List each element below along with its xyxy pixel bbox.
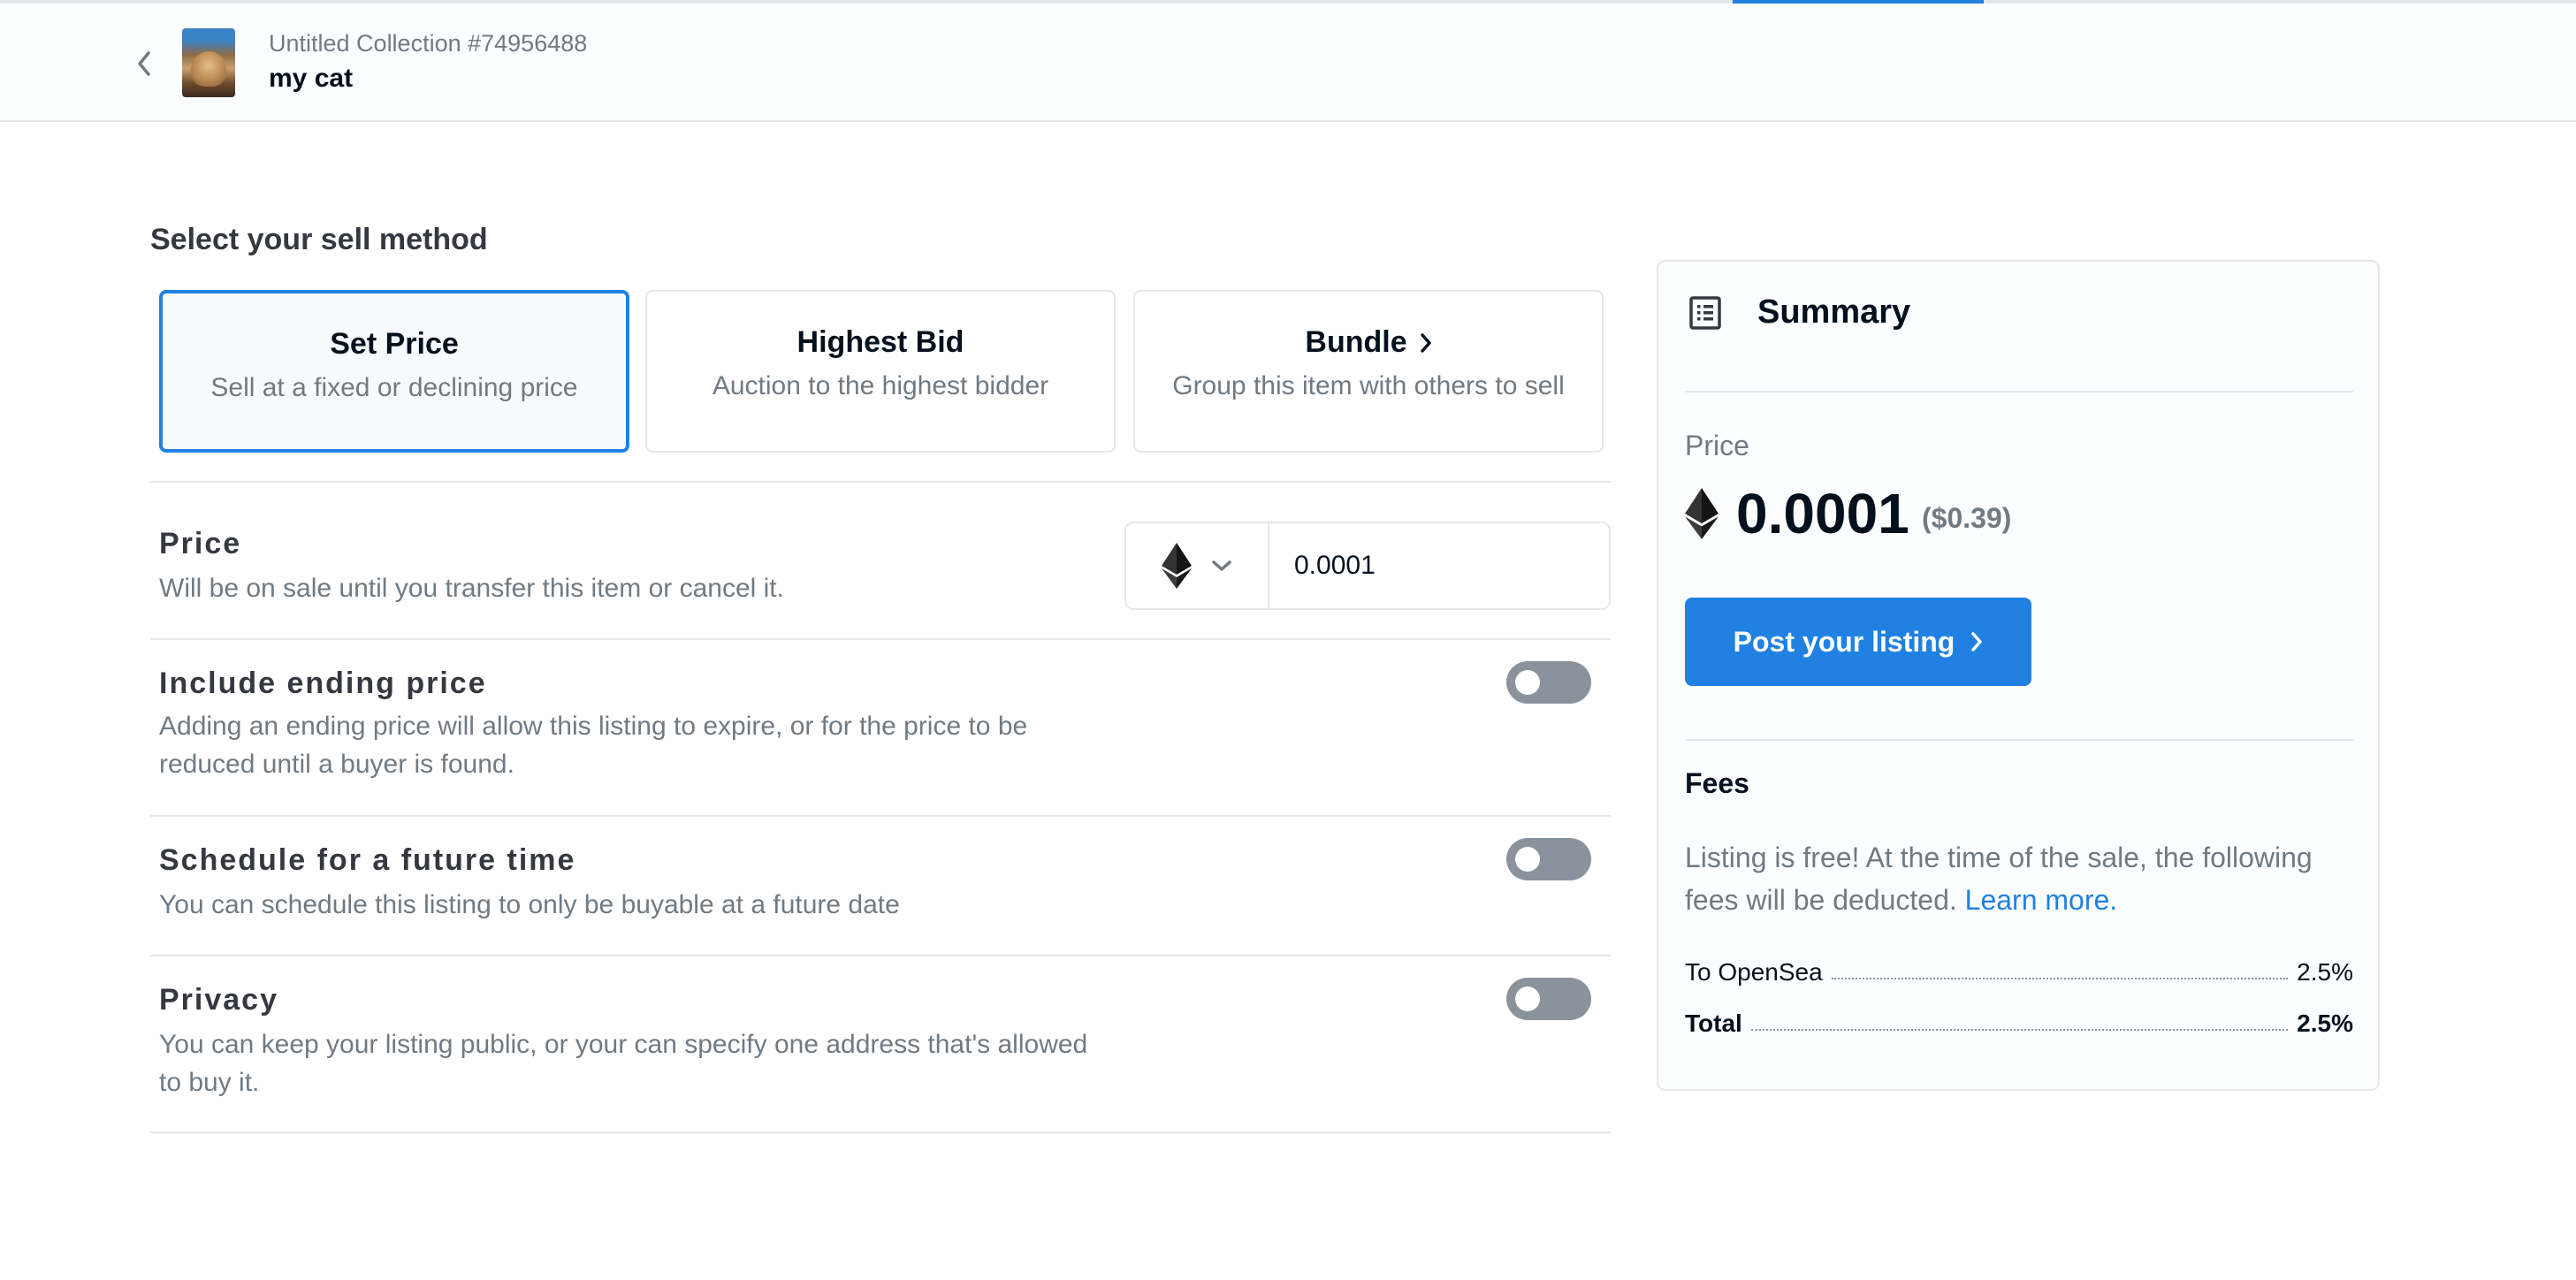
back-button[interactable] <box>131 46 157 81</box>
ending-price-title: Include ending price <box>159 667 487 700</box>
divider <box>150 481 1611 483</box>
privacy-title: Privacy <box>159 983 278 1017</box>
ethereum-icon <box>1685 488 1719 539</box>
item-thumbnail <box>182 28 235 97</box>
fees-description: Listing is free! At the time of the sale… <box>1685 836 2353 921</box>
receipt-icon <box>1689 296 1721 330</box>
summary-panel: Summary Price 0.0001 ($0.39) Post your l… <box>1657 260 2380 1091</box>
learn-more-link[interactable]: Learn more. <box>1965 884 2118 916</box>
sell-method-highest-bid[interactable]: Highest Bid Auction to the highest bidde… <box>645 290 1116 453</box>
summary-price-label: Price <box>1685 430 1749 461</box>
toggle-knob <box>1515 847 1540 872</box>
method-subtitle: Group this item with others to sell <box>1172 371 1565 400</box>
post-listing-button[interactable]: Post your listing <box>1685 598 2031 686</box>
ethereum-icon <box>1162 543 1192 589</box>
divider <box>150 955 1611 956</box>
divider <box>150 815 1611 817</box>
fee-dotted-leader <box>1831 978 2289 979</box>
chevron-right-icon <box>1971 632 1983 651</box>
chevron-down-icon <box>1212 560 1231 571</box>
method-subtitle: Sell at a fixed or declining price <box>210 373 578 402</box>
privacy-toggle[interactable] <box>1506 978 1591 1020</box>
fee-dotted-leader <box>1750 1029 2289 1031</box>
price-title: Price <box>159 527 242 560</box>
currency-select[interactable] <box>1126 523 1269 608</box>
fee-label: Total <box>1685 1010 1742 1037</box>
chevron-left-icon <box>138 51 150 76</box>
method-title: Highest Bid <box>796 325 964 359</box>
price-description: Will be on sale until you transfer this … <box>159 574 784 603</box>
divider <box>150 638 1611 640</box>
fees-title: Fees <box>1685 767 1749 799</box>
summary-divider <box>1685 739 2353 741</box>
summary-divider <box>1685 391 2353 392</box>
sell-method-bundle[interactable]: Bundle Group this item with others to se… <box>1133 290 1604 453</box>
toggle-knob <box>1515 670 1540 695</box>
method-title: Bundle <box>1305 325 1407 359</box>
divider <box>150 1131 1611 1133</box>
fee-value: 2.5% <box>2297 1010 2353 1037</box>
page-header: Untitled Collection #74956488 my cat <box>0 4 2576 122</box>
post-listing-label: Post your listing <box>1733 625 1955 658</box>
sell-method-heading: Select your sell method <box>150 223 488 256</box>
price-amount-input[interactable]: 0.0001 <box>1294 523 1376 608</box>
summary-price-usd: ($0.39) <box>1922 502 2012 534</box>
cat-image <box>191 51 226 87</box>
ending-price-description: Adding an ending price will allow this l… <box>159 712 1028 779</box>
toggle-knob <box>1515 987 1540 1011</box>
item-name: my cat <box>269 64 354 93</box>
fee-row-opensea: To OpenSea 2.5% <box>1685 955 2353 987</box>
price-input-group: 0.0001 <box>1124 522 1611 610</box>
method-title: Set Price <box>330 327 459 361</box>
method-subtitle: Auction to the highest bidder <box>712 371 1049 400</box>
fee-value: 2.5% <box>2297 958 2353 986</box>
schedule-title: Schedule for a future time <box>159 843 576 877</box>
fee-label: To OpenSea <box>1685 958 1823 986</box>
schedule-description: You can schedule this listing to only be… <box>159 890 900 919</box>
sell-method-set-price[interactable]: Set Price Sell at a fixed or declining p… <box>159 290 629 453</box>
ending-price-toggle[interactable] <box>1506 661 1591 704</box>
privacy-description: You can keep your listing public, or you… <box>159 1030 1088 1097</box>
summary-title: Summary <box>1757 293 1911 331</box>
schedule-toggle[interactable] <box>1506 838 1591 880</box>
collection-name[interactable]: Untitled Collection #74956488 <box>269 30 587 57</box>
chevron-right-icon <box>1420 332 1431 353</box>
fee-row-total: Total 2.5% <box>1685 1006 2353 1038</box>
summary-price-value: 0.0001 <box>1736 482 1909 545</box>
